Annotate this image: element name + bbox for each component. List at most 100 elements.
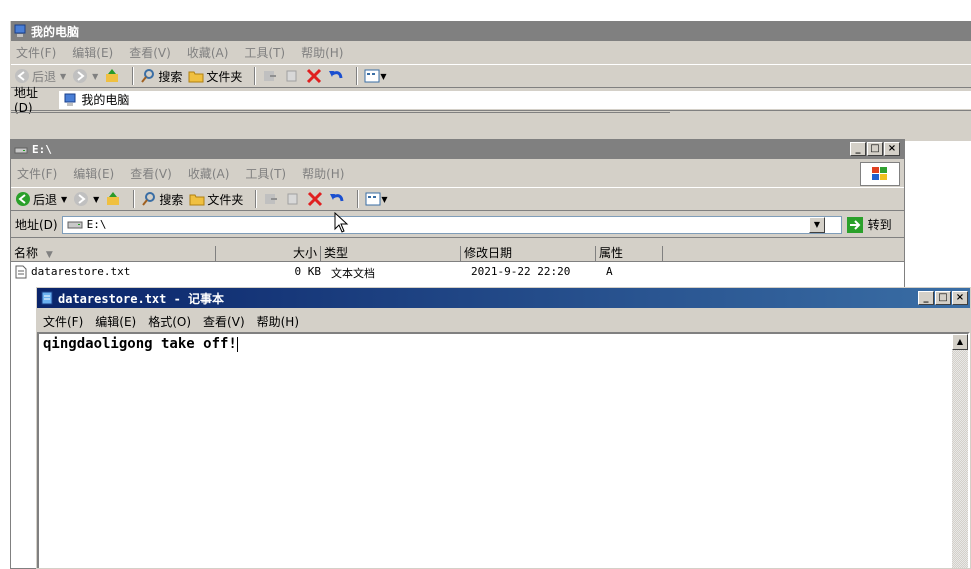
file-row[interactable]: datarestore.txt 0 KB 文本文档 2021-9-22 22:2… [15, 265, 895, 281]
column-attributes[interactable]: 属性 [596, 246, 663, 262]
views-icon [364, 69, 380, 83]
notepad-text-area[interactable]: qingdaoligong take off! ▲ [37, 332, 970, 568]
undo-button[interactable] [329, 191, 345, 207]
menu-edit[interactable]: 编辑(E) [73, 165, 114, 182]
menu-favorites[interactable]: 收藏(A) [187, 44, 229, 61]
forward-arrow-icon [73, 69, 88, 83]
back-arrow-icon [16, 192, 30, 206]
move-to-button[interactable] [263, 191, 279, 207]
notepad-window: datarestore.txt - 记事本 _ □ × 文件(F) 编辑(E) … [36, 287, 971, 569]
column-filler [663, 246, 904, 262]
go-arrow-icon [846, 216, 863, 233]
toolbar-separator [255, 190, 258, 208]
search-icon [142, 192, 156, 206]
up-folder-icon [107, 192, 120, 205]
my-computer-titlebar[interactable]: 我的电脑 [10, 21, 971, 41]
copy-to-button[interactable] [285, 191, 301, 207]
menu-file[interactable]: 文件(F) [43, 313, 83, 330]
menu-help[interactable]: 帮助(H) [257, 313, 299, 330]
menu-edit[interactable]: 编辑(E) [95, 313, 136, 330]
column-header-strip [10, 112, 670, 117]
address-label: 地址(D) [14, 86, 39, 115]
chevron-down-icon: ▼ [813, 219, 821, 229]
chevron-down-icon: ▼ [60, 71, 67, 81]
menu-help[interactable]: 帮助(H) [301, 44, 343, 61]
copy-to-button[interactable] [284, 68, 300, 84]
menu-tools[interactable]: 工具(T) [245, 165, 286, 182]
undo-icon [329, 71, 343, 79]
undo-button[interactable] [328, 68, 344, 84]
views-button[interactable]: ▼ [365, 191, 388, 207]
menu-view[interactable]: 查看(V) [203, 313, 245, 330]
windows-logo-box [860, 162, 900, 186]
vertical-scrollbar[interactable]: ▲ [952, 334, 968, 568]
toolbar: 后退 ▼ ▼ 搜索 文件夹 ▼ [11, 187, 904, 211]
up-folder-icon [106, 69, 119, 82]
menu-file[interactable]: 文件(F) [16, 44, 56, 61]
maximize-button[interactable]: □ [935, 291, 951, 305]
toolbar-separator [254, 67, 257, 85]
close-button[interactable]: × [884, 142, 900, 156]
minimize-button[interactable]: _ [918, 291, 934, 305]
forward-button[interactable]: ▼ [73, 191, 99, 207]
file-size: 0 KB [294, 265, 322, 278]
search-button[interactable]: 搜索 [141, 191, 183, 208]
address-bar: 地址(D) E:\ ▼ 转到 [11, 212, 904, 238]
back-button[interactable]: 后退 ▼ [15, 191, 67, 208]
menu-format[interactable]: 格式(O) [148, 313, 191, 330]
address-label: 地址(D) [15, 218, 58, 232]
views-icon [365, 192, 381, 206]
window-title: E:\ [32, 143, 52, 156]
delete-button[interactable] [306, 68, 322, 84]
forward-button[interactable]: ▼ [72, 68, 98, 84]
delete-x-icon [308, 191, 323, 207]
menu-bar: 文件(F) 编辑(E) 查看(V) 收藏(A) 工具(T) 帮助(H) [11, 161, 904, 186]
column-type[interactable]: 类型 [321, 246, 461, 262]
file-attributes: A [606, 265, 613, 278]
notepad-titlebar[interactable]: datarestore.txt - 记事本 _ □ × [37, 288, 970, 308]
maximize-button[interactable]: □ [867, 142, 883, 156]
move-to-icon [265, 194, 278, 204]
explorer-titlebar[interactable]: E:\ _ □ × [11, 140, 904, 159]
menu-tools[interactable]: 工具(T) [244, 44, 285, 61]
address-dropdown-button[interactable]: ▼ [809, 216, 825, 233]
column-name[interactable]: 名称 ▼ [11, 246, 216, 262]
menu-edit[interactable]: 编辑(E) [72, 44, 113, 61]
address-field[interactable]: 我的电脑 [59, 90, 971, 109]
toolbar-separator [356, 67, 359, 85]
up-button[interactable] [105, 191, 121, 207]
my-computer-icon [64, 93, 76, 106]
up-button[interactable] [104, 68, 120, 84]
close-button[interactable]: × [952, 291, 968, 305]
back-button[interactable]: 后退 ▼ [14, 68, 66, 85]
scroll-up-button[interactable]: ▲ [952, 334, 968, 350]
undo-icon [330, 194, 344, 202]
folders-button[interactable]: 文件夹 [188, 68, 242, 85]
menu-file[interactable]: 文件(F) [17, 165, 57, 182]
menu-help[interactable]: 帮助(H) [302, 165, 344, 182]
address-bar: 地址(D) 我的电脑 [10, 86, 971, 115]
go-button[interactable]: 转到 [846, 216, 892, 234]
menu-view[interactable]: 查看(V) [129, 44, 171, 61]
toolbar: 后退 ▼ ▼ 搜索 文件夹 ▼ [10, 64, 971, 88]
move-to-button[interactable] [262, 68, 278, 84]
text-caret [236, 336, 238, 352]
chevron-down-icon: ▼ [92, 71, 99, 81]
move-to-icon [264, 71, 277, 81]
menu-view[interactable]: 查看(V) [130, 165, 172, 182]
address-field[interactable]: E:\ ▼ [61, 215, 842, 234]
windows-logo-icon [872, 167, 887, 180]
folders-button[interactable]: 文件夹 [189, 191, 243, 208]
text-file-icon [15, 265, 27, 279]
menu-bar: 文件(F) 编辑(E) 格式(O) 查看(V) 帮助(H) [37, 310, 970, 332]
views-button[interactable]: ▼ [364, 68, 387, 84]
chevron-up-icon: ▲ [956, 337, 964, 346]
menu-favorites[interactable]: 收藏(A) [188, 165, 230, 182]
delete-button[interactable] [307, 191, 323, 207]
column-size[interactable]: 大小 [216, 246, 321, 262]
search-button[interactable]: 搜索 [140, 68, 182, 85]
toolbar-separator [132, 67, 135, 85]
column-modified[interactable]: 修改日期 [461, 246, 596, 262]
copy-to-icon [286, 70, 297, 82]
minimize-button[interactable]: _ [850, 142, 866, 156]
